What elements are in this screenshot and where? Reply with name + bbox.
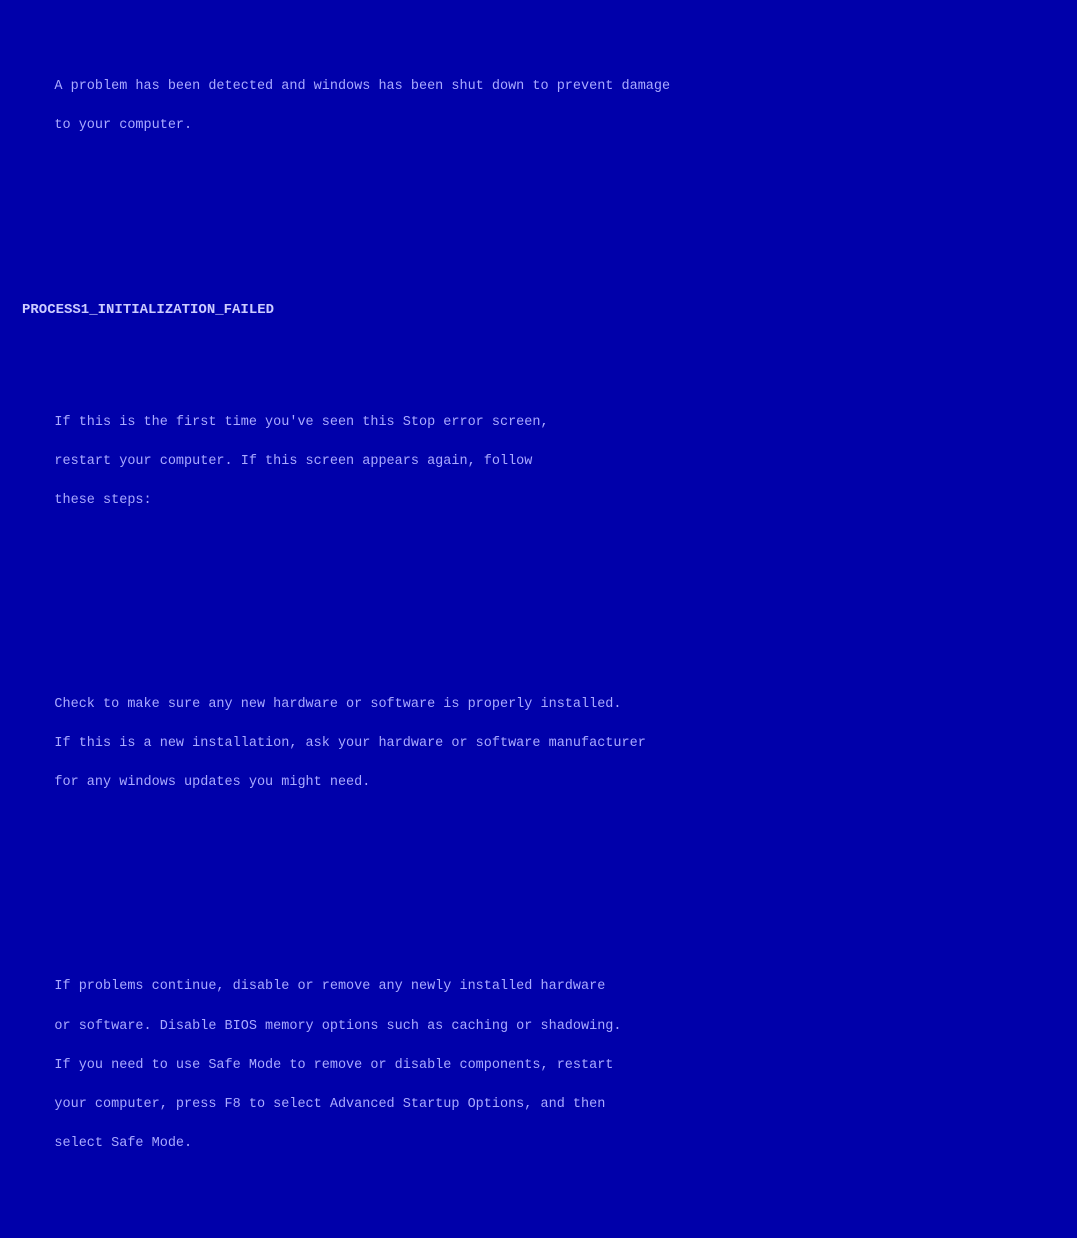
para3-line1: If problems continue, disable or remove … bbox=[54, 979, 605, 994]
para1-line3: these steps: bbox=[54, 493, 151, 508]
header-block: A problem has been detected and windows … bbox=[22, 57, 1055, 155]
para3-line5: select Safe Mode. bbox=[54, 1136, 192, 1151]
spacer1 bbox=[22, 228, 1055, 242]
para2-line1: Check to make sure any new hardware or s… bbox=[54, 697, 621, 712]
para2-line3: for any windows updates you might need. bbox=[54, 775, 370, 790]
para1-line1: If this is the first time you've seen th… bbox=[54, 415, 548, 430]
para3-line4: your computer, press F8 to select Advanc… bbox=[54, 1097, 605, 1112]
para2-line2: If this is a new installation, ask your … bbox=[54, 736, 645, 751]
header-line1: A problem has been detected and windows … bbox=[54, 79, 670, 94]
header-line2: to your computer. bbox=[54, 118, 192, 133]
hardware-check-block: Check to make sure any new hardware or s… bbox=[22, 676, 1055, 813]
spacer3 bbox=[22, 885, 1055, 899]
safe-mode-block: If problems continue, disable or remove … bbox=[22, 958, 1055, 1173]
bsod-screen: A problem has been detected and windows … bbox=[0, 0, 1077, 619]
para3-line2: or software. Disable BIOS memory options… bbox=[54, 1019, 621, 1034]
first-time-block: If this is the first time you've seen th… bbox=[22, 393, 1055, 530]
para1-line2: restart your computer. If this screen ap… bbox=[54, 454, 532, 469]
error-code: PROCESS1_INITIALIZATION_FAILED bbox=[22, 300, 1055, 320]
para3-line3: If you need to use Safe Mode to remove o… bbox=[54, 1058, 613, 1073]
spacer2 bbox=[22, 603, 1055, 617]
